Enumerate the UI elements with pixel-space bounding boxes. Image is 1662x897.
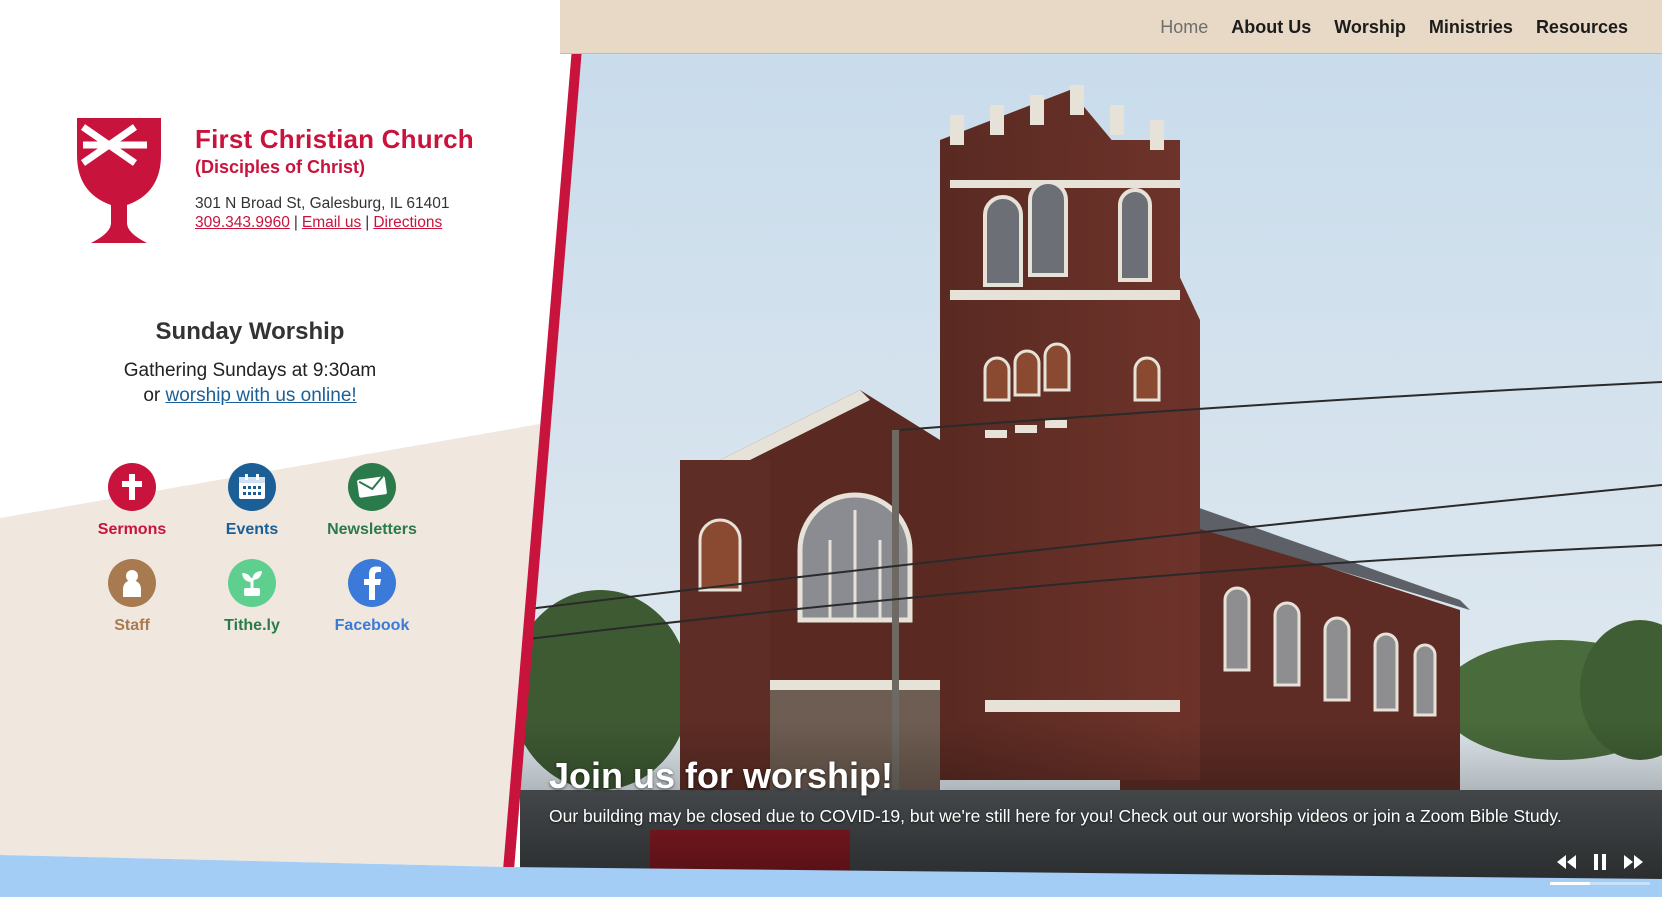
phone-link[interactable]: 309.343.9960 [195,214,290,231]
slide-title: Join us for worship! [549,755,894,796]
slide-progress-fill [1550,882,1590,885]
worship-time: Gathering Sundays at 9:30am [123,360,377,381]
quick-link-newsletters[interactable]: Newsletters [312,463,432,539]
worship-online-link[interactable]: worship with us online! [166,385,357,406]
church-name[interactable]: First Christian Church [195,124,474,155]
quick-link-tithely[interactable]: Tithe.ly [192,559,312,635]
quick-link-label: Facebook [334,617,410,634]
top-navigation-bar: Home About Us Worship Ministries Resourc… [560,0,1662,54]
facebook-icon [348,559,396,607]
church-denomination: (Disciples of Christ) [195,157,366,177]
cross-icon [108,463,156,511]
worship-heading: Sunday Worship [155,318,345,345]
or-text: or [143,385,161,406]
quick-link-facebook[interactable]: Facebook [312,559,432,635]
quick-link-label: Staff [114,617,150,634]
chalice-logo-icon[interactable] [75,115,165,245]
email-link[interactable]: Email us [302,214,361,231]
nav-about-us[interactable]: About Us [1231,17,1311,38]
quick-link-events[interactable]: Events [192,463,312,539]
main-nav: Home About Us Worship Ministries Resourc… [1160,0,1628,54]
quick-link-sermons[interactable]: Sermons [72,463,192,539]
contact-links: 309.343.9960 | Email us | Directions [195,214,442,232]
nav-resources[interactable]: Resources [1536,17,1628,38]
separator: | [293,214,298,231]
next-slide-icon[interactable] [1623,852,1645,872]
nav-ministries[interactable]: Ministries [1429,17,1513,38]
separator: | [365,214,370,231]
church-address: 301 N Broad St, Galesburg, IL 61401 [195,195,450,212]
quick-link-label: Events [225,521,279,538]
directions-link[interactable]: Directions [373,214,442,231]
slide-progress-bar [1550,882,1650,885]
envelope-icon [348,463,396,511]
slideshow-controls [1555,852,1645,872]
pause-icon[interactable] [1589,852,1611,872]
person-icon [108,559,156,607]
nav-worship[interactable]: Worship [1334,17,1406,38]
slide-description: Our building may be closed due to COVID-… [549,806,1562,826]
quick-link-label: Newsletters [327,521,417,538]
worship-online-line: or worship with us online! [40,385,460,407]
quick-link-staff[interactable]: Staff [72,559,192,635]
nav-home[interactable]: Home [1160,17,1208,38]
quick-link-label: Sermons [97,521,167,538]
previous-slide-icon[interactable] [1555,852,1577,872]
sprout-icon [228,559,276,607]
calendar-icon [228,463,276,511]
quick-links-grid: Sermons Events Newsletters Staff Tithe.l… [72,463,432,635]
sunday-worship-info: Sunday Worship Gathering Sundays at 9:30… [40,318,460,407]
quick-link-label: Tithe.ly [224,617,280,634]
